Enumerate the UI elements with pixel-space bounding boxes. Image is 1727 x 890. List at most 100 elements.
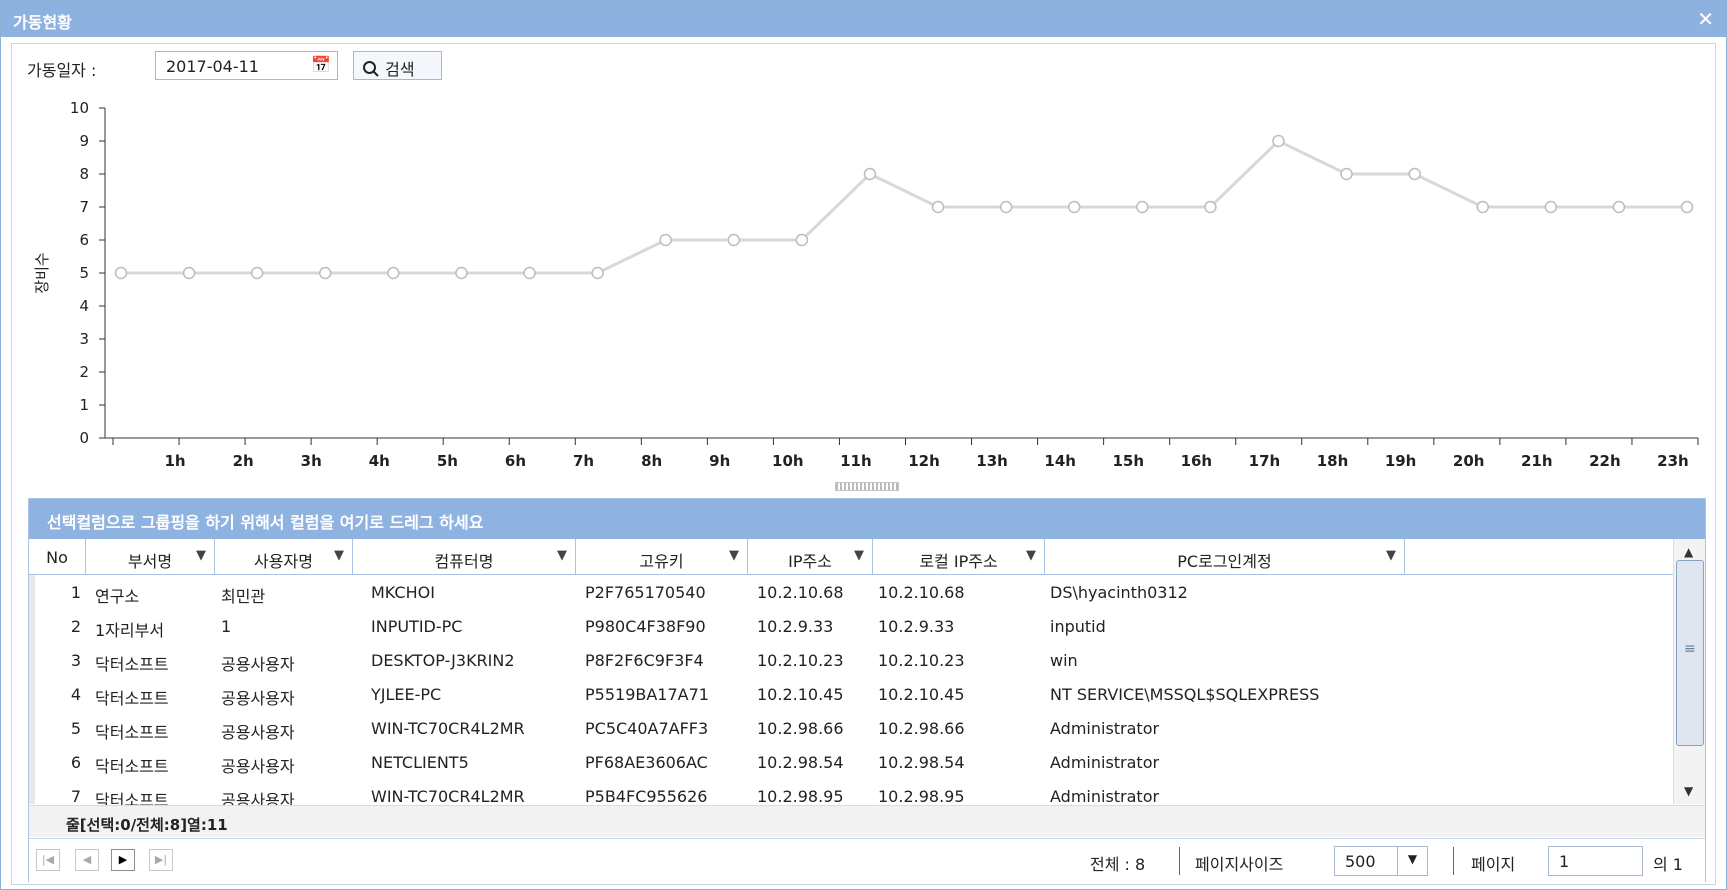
group-drop-area[interactable]: 선택컬럼으로 그룹핑을 하기 위해서 컬럼을 여기로 드레그 하세요 [29,499,1705,539]
filter-icon[interactable]: ▼ [557,548,567,563]
filter-icon[interactable]: ▼ [196,548,206,563]
table-cell: 공용사용자 [221,655,295,674]
pager-divider [1453,847,1454,875]
table-cell: 5 [70,719,81,738]
table-cell: 4 [70,685,81,704]
operation-status-window: 가동현황 ✕ 가동일자 : 2017-04-11 📅 검색 0 1 2 3 4 5 6 7 8 9… [0,0,1727,890]
data-point [931,200,945,214]
table-cell: 10.2.98.95 [757,787,844,805]
table-cell: 10.2.10.68 [757,583,844,602]
y-tick-label: 5 [79,264,89,282]
filter-icon[interactable]: ▼ [334,548,344,563]
table-cell: 10.2.9.33 [757,617,834,636]
table-cell: NETCLIENT5 [371,753,469,772]
data-point [182,266,196,280]
chart-svg: 0 1 2 3 4 5 6 7 8 9 10 장비수 1h 2h 3h 4h 5h 6h 7h 8h 9h 10h 11h 1… [33,99,1699,470]
data-point [319,266,332,280]
x-tick-label: 8h [641,452,662,470]
table-cell: 닥터소프트 [95,655,169,674]
column-header[interactable]: No [29,539,86,575]
y-tick-label: 8 [79,165,89,183]
page-size-value: 500 [1345,852,1376,871]
data-point [1612,200,1626,214]
column-header[interactable]: IP주소 ▼ [748,539,873,575]
data-grid: 선택컬럼으로 그룹핑을 하기 위해서 컬럼을 여기로 드레그 하세요 No 부서명… [28,498,1706,882]
column-header[interactable]: PC로그인계정 ▼ [1045,539,1405,575]
table-cell: 연구소 [95,587,140,606]
filter-icon[interactable]: ▼ [729,548,739,563]
data-point [523,266,536,280]
y-tick-label: 3 [79,330,89,348]
x-tick-label: 21h [1521,452,1553,470]
table-row[interactable]: 6 닥터소프트 공용사용자 NETCLIENT5 PF68AE3606AC 10.2.98… [29,745,1673,779]
first-page-button[interactable]: |◀ [36,849,60,871]
column-header[interactable]: 부서명 ▼ [86,539,215,575]
vertical-scrollbar[interactable]: ▲ ≡ ▼ [1673,539,1705,804]
table-cell: 공용사용자 [221,723,295,742]
table-cell: WIN-TC70CR4L2MR [371,719,525,738]
table-cell: YJLEE-PC [371,685,442,704]
splitter-handle[interactable] [835,482,899,491]
y-tick-label: 10 [70,99,89,117]
x-tick-label: 1h [164,452,185,470]
column-header[interactable]: 고유키 ▼ [576,539,748,575]
y-tick-label: 7 [79,198,89,216]
table-row[interactable]: 2 1자리부서 1 INPUTID-PC P980C4F38F90 10.2.9.33 10… [29,609,1673,643]
x-tick-label: 9h [709,452,730,470]
column-header[interactable]: 컴퓨터명 ▼ [353,539,576,575]
calendar-icon[interactable]: 📅 [311,55,331,74]
column-header-label: IP주소 [788,552,832,571]
table-cell: NT SERVICE\MSSQL$SQLEXPRESS [1050,685,1320,704]
scroll-up-icon[interactable]: ▲ [1684,545,1693,559]
table-cell: inputid [1050,617,1106,636]
page-number-input[interactable]: 1 [1548,846,1643,876]
table-row[interactable]: 3 닥터소프트 공용사용자 DESKTOP-J3KRIN2 P8F2F6C9F3F4 10… [29,643,1673,677]
prev-page-button[interactable]: ◀ [75,849,99,871]
table-row[interactable]: 7 닥터소프트 공용사용자 WIN-TC70CR4L2MR P5B4FC955626 10… [29,779,1673,805]
scroll-thumb[interactable]: ≡ [1676,560,1704,746]
x-tick-label: 16h [1181,452,1213,470]
filter-icon[interactable]: ▼ [854,548,864,563]
y-tick-label: 9 [79,132,89,150]
column-header-label: 로컬 IP주소 [919,552,998,571]
table-cell: Administrator [1050,787,1160,805]
grid-status: 줄[선택:0/전체:8]열:11 [29,805,1705,837]
column-header-label: PC로그인계정 [1177,552,1272,571]
search-icon [363,61,379,77]
last-page-button[interactable]: ▶| [149,849,173,871]
table-cell: DESKTOP-J3KRIN2 [371,651,515,670]
table-row[interactable]: 1 연구소 최민관 MKCHOI P2F765170540 10.2.10.68 10.2.… [29,575,1673,609]
chevron-down-icon[interactable]: ▼ [1397,847,1427,875]
table-cell: 1 [221,617,232,636]
x-tick-label: 3h [301,452,322,470]
close-icon[interactable]: ✕ [1697,7,1714,31]
filter-icon[interactable]: ▼ [1386,548,1396,563]
column-header-label: No [46,548,68,567]
date-field[interactable]: 2017-04-11 📅 [155,51,338,80]
table-cell: 10.2.98.54 [757,753,844,772]
pager-divider [1179,847,1180,875]
table-row[interactable]: 4 닥터소프트 공용사용자 YJLEE-PC P5519BA17A71 10.2.10.4… [29,677,1673,711]
y-tick-label: 4 [79,297,89,315]
column-header-label: 고유키 [639,552,684,571]
table-cell: 공용사용자 [221,791,295,805]
x-tick-label: 18h [1317,452,1349,470]
x-tick-label: 17h [1249,452,1281,470]
table-row[interactable]: 5 닥터소프트 공용사용자 WIN-TC70CR4L2MR PC5C40A7AFF3 10… [29,711,1673,745]
date-label: 가동일자 : [27,61,97,80]
column-header[interactable]: 사용자명 ▼ [215,539,353,575]
scroll-down-icon[interactable]: ▼ [1684,784,1693,798]
table-cell: WIN-TC70CR4L2MR [371,787,525,805]
table-cell: 10.2.9.33 [878,617,955,636]
table-cell: Administrator [1050,753,1160,772]
table-cell: MKCHOI [371,583,435,602]
column-header[interactable]: 로컬 IP주소 ▼ [873,539,1045,575]
filter-icon[interactable]: ▼ [1026,548,1036,563]
search-button[interactable]: 검색 [353,51,442,80]
data-point [863,167,877,181]
page-size-label: 페이지사이즈 [1195,855,1284,874]
next-page-button[interactable]: ▶ [111,849,135,871]
table-cell: win [1050,651,1078,670]
page-size-select[interactable]: 500 ▼ [1334,846,1428,876]
x-tick-label: 6h [505,452,526,470]
